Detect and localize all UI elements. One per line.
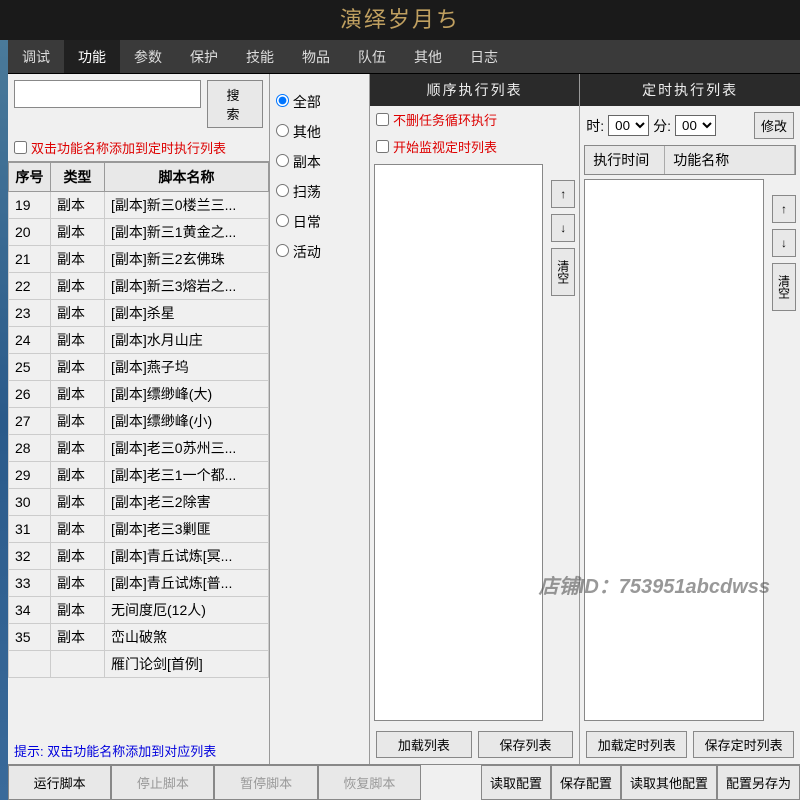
save-timer-button[interactable]: 保存定时列表	[693, 731, 794, 758]
hour-label: 时:	[586, 116, 604, 136]
table-row[interactable]: 35副本峦山破煞	[9, 624, 269, 651]
table-row[interactable]: 雁门论剑[首例]	[9, 651, 269, 678]
pause-script-button[interactable]: 暂停脚本	[214, 765, 317, 800]
read-config-button[interactable]: 读取配置	[481, 765, 551, 800]
timer-up-button[interactable]: ↑	[772, 195, 796, 223]
menu-skill[interactable]: 技能	[232, 40, 288, 73]
timer-panel: 定时执行列表 时: 00 分: 00 修改 执行时间 功能名称 ↑ ↓ 清空 加…	[580, 74, 800, 764]
table-row[interactable]: 23副本[副本]杀星	[9, 300, 269, 327]
filter-副本[interactable]: 副本	[276, 152, 363, 172]
col-index[interactable]: 序号	[9, 163, 51, 192]
timer-clear-button[interactable]: 清空	[772, 263, 796, 311]
timer-col-time[interactable]: 执行时间	[585, 146, 665, 174]
seq-clear-button[interactable]: 清空	[551, 248, 575, 296]
filter-radio[interactable]	[276, 244, 289, 257]
add-to-timer-hint[interactable]: 双击功能名称添加到定时执行列表	[8, 134, 269, 161]
sequence-list[interactable]	[374, 164, 543, 721]
content: 搜 索 双击功能名称添加到定时执行列表 序号 类型 脚本名称 19副本[副本]新…	[8, 74, 800, 764]
table-row[interactable]: 32副本[副本]青丘试炼[冥...	[9, 543, 269, 570]
filter-panel: 全部 其他 副本 扫荡 日常 活动	[270, 74, 370, 764]
menu-function[interactable]: 功能	[64, 40, 120, 73]
filter-radio[interactable]	[276, 94, 289, 107]
table-row[interactable]: 34副本无间度厄(12人)	[9, 597, 269, 624]
seq-up-button[interactable]: ↑	[551, 180, 575, 208]
sequence-header: 顺序执行列表	[370, 74, 579, 106]
filter-日常[interactable]: 日常	[276, 212, 363, 232]
filter-radio[interactable]	[276, 154, 289, 167]
menu-bar: 调试 功能 参数 保护 技能 物品 队伍 其他 日志	[0, 40, 800, 74]
window-title: 演绎岁月ち	[0, 0, 800, 40]
timer-col-name[interactable]: 功能名称	[665, 146, 795, 174]
menu-team[interactable]: 队伍	[344, 40, 400, 73]
minute-select[interactable]: 00	[675, 115, 716, 136]
menu-item[interactable]: 物品	[288, 40, 344, 73]
modify-button[interactable]: 修改	[754, 112, 794, 139]
menu-params[interactable]: 参数	[120, 40, 176, 73]
save-list-button[interactable]: 保存列表	[478, 731, 574, 758]
filter-其他[interactable]: 其他	[276, 122, 363, 142]
filter-全部[interactable]: 全部	[276, 92, 363, 112]
table-row[interactable]: 24副本[副本]水月山庄	[9, 327, 269, 354]
table-row[interactable]: 31副本[副本]老三3剿匪	[9, 516, 269, 543]
menu-debug[interactable]: 调试	[8, 40, 64, 73]
script-list-panel: 搜 索 双击功能名称添加到定时执行列表 序号 类型 脚本名称 19副本[副本]新…	[8, 74, 270, 764]
loop-checkbox[interactable]	[376, 113, 389, 126]
timer-header: 定时执行列表	[580, 74, 800, 106]
minute-label: 分:	[653, 116, 671, 136]
table-row[interactable]: 26副本[副本]缥缈峰(大)	[9, 381, 269, 408]
table-row[interactable]: 30副本[副本]老三2除害	[9, 489, 269, 516]
monitor-checkbox[interactable]	[376, 140, 389, 153]
filter-活动[interactable]: 活动	[276, 242, 363, 262]
seq-down-button[interactable]: ↓	[551, 214, 575, 242]
load-timer-button[interactable]: 加载定时列表	[586, 731, 687, 758]
add-to-timer-checkbox[interactable]	[14, 141, 27, 154]
table-row[interactable]: 20副本[副本]新三1黄金之...	[9, 219, 269, 246]
table-row[interactable]: 22副本[副本]新三3熔岩之...	[9, 273, 269, 300]
bottom-bar: 运行脚本 停止脚本 暂停脚本 恢复脚本 读取配置 保存配置 读取其他配置 配置另…	[8, 764, 800, 800]
save-config-as-button[interactable]: 配置另存为	[717, 765, 800, 800]
col-name[interactable]: 脚本名称	[105, 163, 269, 192]
table-row[interactable]: 21副本[副本]新三2玄佛珠	[9, 246, 269, 273]
hour-select[interactable]: 00	[608, 115, 649, 136]
read-other-config-button[interactable]: 读取其他配置	[621, 765, 717, 800]
timer-down-button[interactable]: ↓	[772, 229, 796, 257]
col-type[interactable]: 类型	[51, 163, 105, 192]
filter-radio[interactable]	[276, 214, 289, 227]
filter-扫荡[interactable]: 扫荡	[276, 182, 363, 202]
table-row[interactable]: 25副本[副本]燕子坞	[9, 354, 269, 381]
table-row[interactable]: 28副本[副本]老三0苏州三...	[9, 435, 269, 462]
timer-list[interactable]	[584, 179, 764, 721]
table-row[interactable]: 27副本[副本]缥缈峰(小)	[9, 408, 269, 435]
load-list-button[interactable]: 加载列表	[376, 731, 472, 758]
timer-table-header: 执行时间 功能名称	[584, 145, 796, 175]
bottom-tip: 提示: 双击功能名称添加到对应列表	[8, 737, 269, 764]
resume-script-button[interactable]: 恢复脚本	[318, 765, 421, 800]
background-strip	[0, 40, 8, 800]
menu-other[interactable]: 其他	[400, 40, 456, 73]
menu-log[interactable]: 日志	[456, 40, 512, 73]
search-input[interactable]	[14, 80, 201, 108]
menu-protect[interactable]: 保护	[176, 40, 232, 73]
filter-radio[interactable]	[276, 184, 289, 197]
script-table[interactable]: 序号 类型 脚本名称 19副本[副本]新三0楼兰三...20副本[副本]新三1黄…	[8, 161, 269, 737]
save-config-button[interactable]: 保存配置	[551, 765, 621, 800]
sequence-panel: 顺序执行列表 不删任务循环执行 开始监视定时列表 ↑ ↓ 清空 加载列表 保存列…	[370, 74, 580, 764]
stop-script-button[interactable]: 停止脚本	[111, 765, 214, 800]
table-row[interactable]: 29副本[副本]老三1一个都...	[9, 462, 269, 489]
table-row[interactable]: 33副本[副本]青丘试炼[普...	[9, 570, 269, 597]
table-row[interactable]: 19副本[副本]新三0楼兰三...	[9, 192, 269, 219]
run-script-button[interactable]: 运行脚本	[8, 765, 111, 800]
filter-radio[interactable]	[276, 124, 289, 137]
search-button[interactable]: 搜 索	[207, 80, 263, 128]
